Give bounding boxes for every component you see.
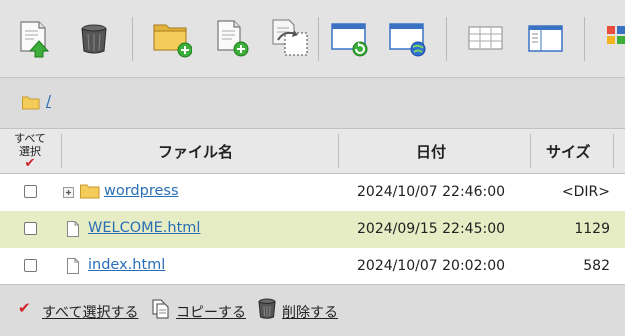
move-file-button[interactable] [270,18,310,58]
toolbar-separator [584,17,585,61]
file-name-link[interactable]: WELCOME.html [88,220,200,236]
file-name-link[interactable]: index.html [88,257,165,273]
open-in-browser-button[interactable] [388,18,428,58]
row-checkbox[interactable] [24,259,37,272]
list-view-button[interactable] [466,18,506,58]
list-view-icon [468,26,503,50]
check-icon: ✔ [18,299,31,317]
folder-icon [22,96,40,110]
new-file-button[interactable] [212,18,252,58]
select-all-header[interactable]: すべて 選択 ✔ [10,132,50,170]
copy-link[interactable]: コピーする [176,302,246,322]
row-checkbox[interactable] [24,222,37,235]
select-all-line1: すべて [14,132,46,145]
toolbar-separator [446,17,447,61]
new-folder-icon [153,24,192,58]
file-date: 2024/09/15 22:45:00 [357,221,506,237]
table-header: すべて 選択 ✔ ファイル名 日付 サイズ [0,128,625,174]
window-globe-icon [389,23,426,57]
trash-icon [258,298,276,319]
upload-file-icon [20,21,50,58]
new-file-icon [217,20,249,57]
delete-link[interactable]: 削除する [282,302,338,322]
breadcrumb: / [0,78,625,128]
column-header-size[interactable]: サイズ [546,141,591,162]
trash-icon [81,24,107,54]
window-refresh-icon [331,23,368,57]
upload-file-button[interactable] [14,18,54,58]
copy-icon [152,299,169,319]
file-size: 582 [583,258,610,274]
table-row: index.html 2024/10/07 20:02:00 582 [0,248,625,285]
table-row: wordpress 2024/10/07 22:46:00 <DIR> [0,174,625,211]
column-header-date[interactable]: 日付 [416,141,446,162]
select-all-link[interactable]: すべて選択する [42,302,138,322]
file-name-link[interactable]: wordpress [104,183,179,199]
row-checkbox[interactable] [24,185,37,198]
file-icon [67,258,79,274]
file-icon [67,221,79,237]
grid-view-icon [607,26,625,44]
move-file-icon [272,19,308,56]
file-size: 1129 [574,221,610,237]
column-divider [338,134,339,168]
refresh-button[interactable] [330,18,370,58]
file-size: <DIR> [561,184,610,200]
toolbar [0,0,625,78]
table-row: WELCOME.html 2024/09/15 22:45:00 1129 [0,211,625,248]
new-folder-button[interactable] [152,18,192,58]
footer-actions: ✔ すべて選択する コピーする 削除する [0,284,625,336]
file-date: 2024/10/07 20:02:00 [357,258,506,274]
file-date: 2024/10/07 22:46:00 [357,184,506,200]
column-divider [530,134,531,168]
column-divider [61,134,62,168]
column-divider [613,134,614,168]
breadcrumb-root-link[interactable]: / [46,92,51,110]
toolbar-separator [318,17,319,61]
detail-view-button[interactable] [526,18,566,58]
detail-view-icon [528,25,563,52]
check-icon: ✔ [24,156,36,171]
delete-toolbar-button[interactable] [74,18,114,58]
folder-icon [80,184,100,199]
column-header-filename[interactable]: ファイル名 [158,141,233,162]
expand-plus-icon[interactable] [63,187,74,198]
grid-view-button[interactable] [606,18,625,58]
toolbar-separator [132,17,133,61]
